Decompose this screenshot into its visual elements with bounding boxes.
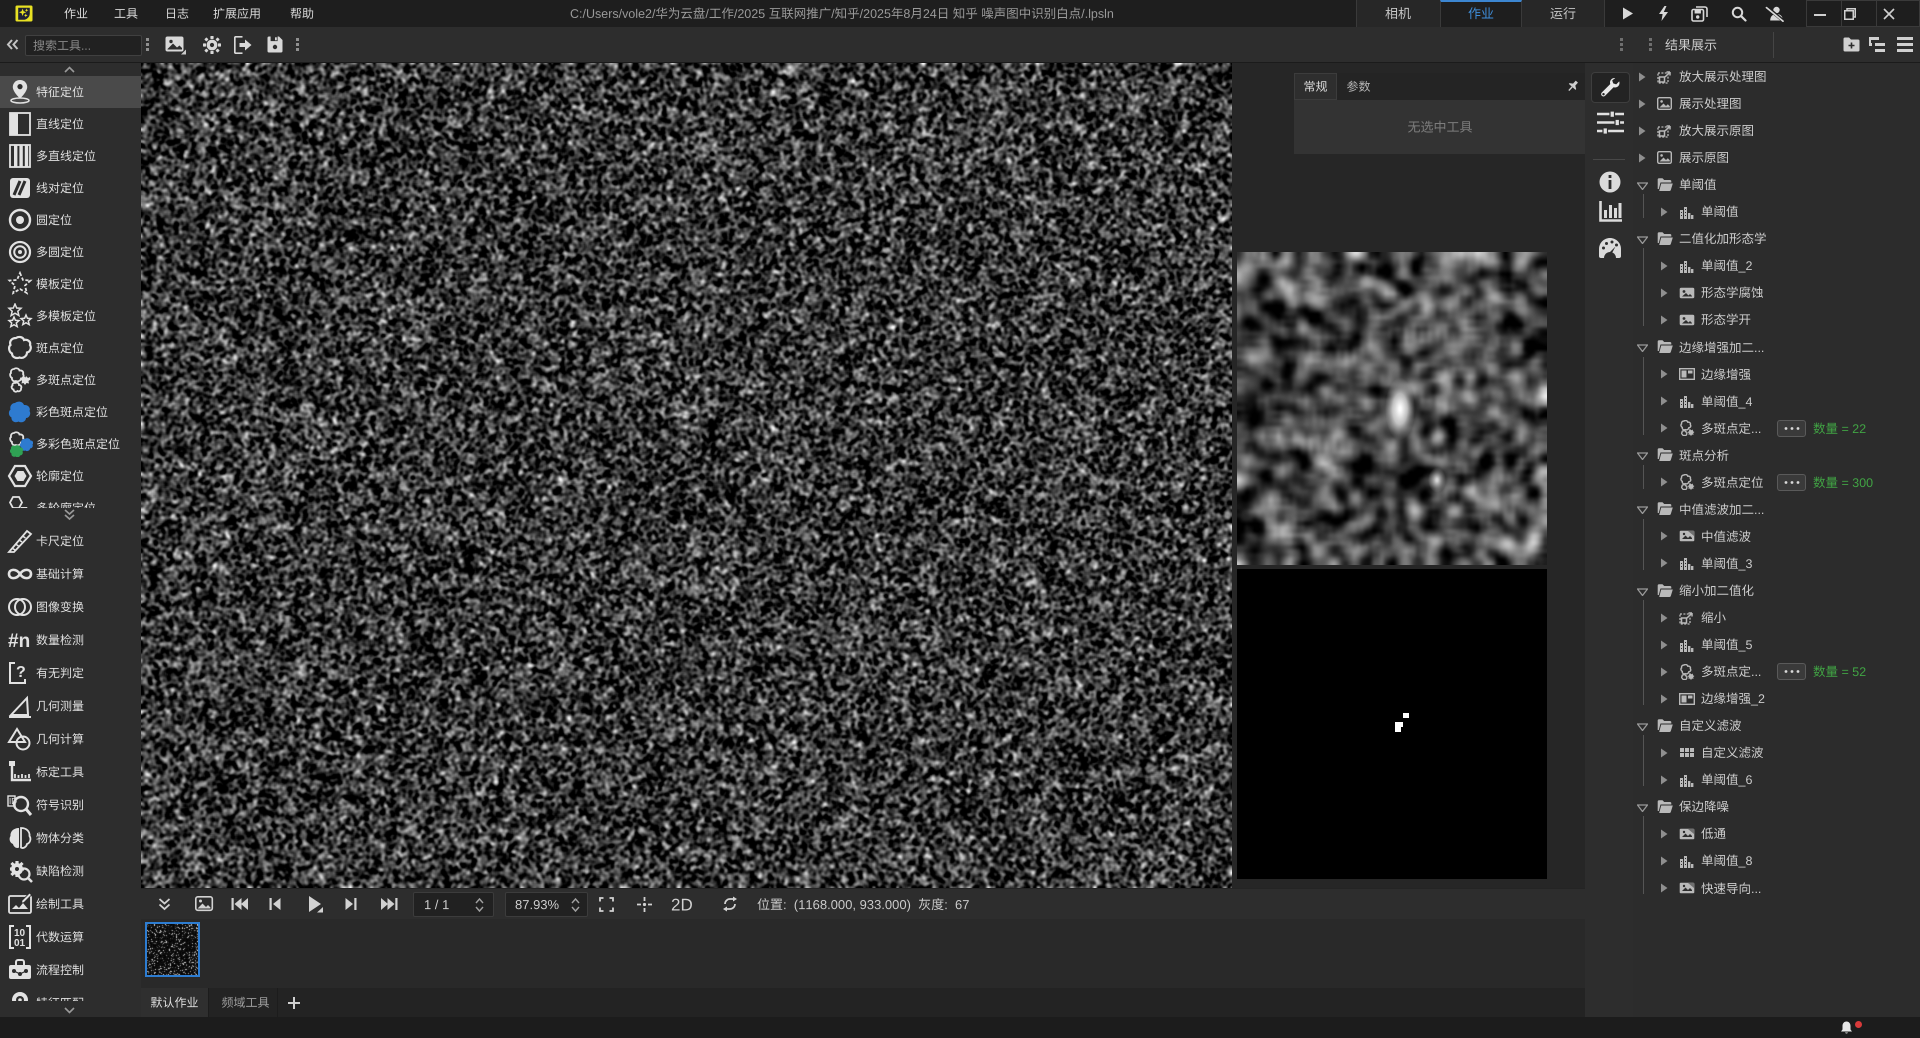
svg-text:?: ? bbox=[16, 664, 26, 681]
svg-text:#n: #n bbox=[8, 631, 30, 652]
svg-text:01: 01 bbox=[14, 938, 26, 949]
